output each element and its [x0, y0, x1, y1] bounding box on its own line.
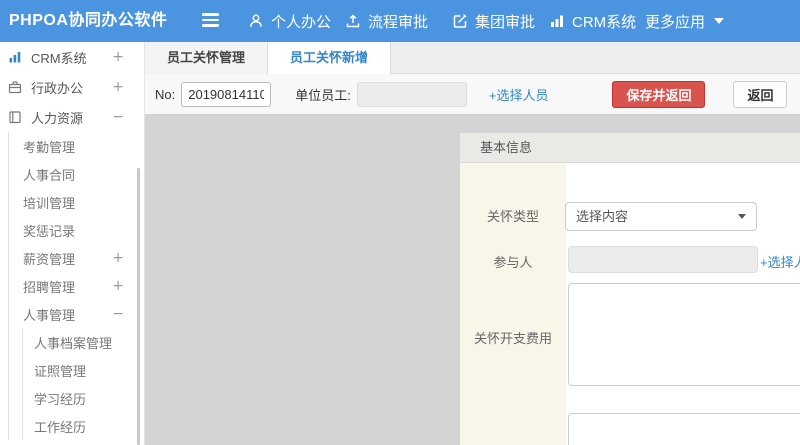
nav-item-label: 流程审批: [368, 13, 429, 31]
sidebar-item-hr[interactable]: 人力资源 −: [0, 102, 144, 132]
expand-plus-icon[interactable]: +: [112, 278, 124, 294]
sidebar-item-label: 培训管理: [23, 195, 76, 211]
nav-item-label: 个人办公: [271, 13, 332, 31]
care-effect-textarea[interactable]: [568, 413, 800, 445]
upload-tray-icon: [345, 13, 361, 29]
nav-item-group-approval[interactable]: 集团审批: [452, 0, 535, 42]
content-canvas: 基本信息 关怀类型 选择内容 参与人 +选择人员 关怀开支费用 关怀效果: [145, 115, 800, 445]
basic-info-panel: 基本信息 关怀类型 选择内容 参与人 +选择人员 关怀开支费用 关怀效果: [460, 133, 800, 445]
no-label: No:: [155, 86, 176, 102]
sidebar-item-label: 奖惩记录: [23, 223, 76, 239]
unit-employee-input[interactable]: [356, 81, 467, 107]
nav-item-workflow-approval[interactable]: 流程审批: [345, 0, 428, 42]
edit-icon: [452, 13, 468, 29]
sidebar-item-personnel-files[interactable]: 人事档案管理: [23, 328, 144, 356]
sidebar-item-label: 人事档案管理: [34, 335, 113, 351]
bar-chart-icon: [8, 50, 23, 65]
panel-body: 关怀类型 选择内容 参与人 +选择人员 关怀开支费用 关怀效果: [460, 163, 800, 445]
sidebar-item-label: CRM系统: [31, 50, 87, 66]
user-icon: [248, 13, 264, 29]
nav-item-more-apps[interactable]: 更多应用: [645, 0, 725, 42]
sidebar-item-personnel[interactable]: 人事管理 −: [9, 300, 144, 328]
select-person-link[interactable]: +选择人员: [489, 85, 549, 104]
app-logo: PHPOA协同办公软件: [9, 12, 168, 29]
expand-plus-icon[interactable]: +: [112, 79, 124, 95]
sidebar-item-hr-contract[interactable]: 人事合同: [9, 160, 144, 188]
nav-item-label: 更多应用: [645, 13, 706, 31]
sidebar-item-recruitment[interactable]: 招聘管理 +: [9, 272, 144, 300]
form-toolbar: No: 单位员工: +选择人员 保存并返回 返回: [145, 74, 800, 115]
top-navbar: PHPOA协同办公软件 个人办公 流程审批 集团审批 CRM系统 更多应用: [0, 0, 800, 42]
nav-item-personal-office[interactable]: 个人办公: [248, 0, 331, 42]
sidebar-hr-submenu: 考勤管理 人事合同 培训管理 奖惩记录 薪资管理 + 招聘管理 + 人事管理 −…: [8, 132, 144, 440]
participants-label: 参与人: [493, 255, 533, 270]
sidebar-item-label: 工作经历: [34, 419, 87, 435]
care-type-label: 关怀类型: [486, 209, 539, 224]
bar-chart-icon: [549, 13, 565, 29]
collapse-minus-icon[interactable]: −: [112, 306, 124, 322]
nav-item-crm-system[interactable]: CRM系统: [549, 0, 636, 42]
select-value: 选择内容: [576, 209, 629, 224]
select-participants-link[interactable]: +选择人员: [760, 252, 800, 271]
tab-employee-care-management[interactable]: 员工关怀管理: [145, 42, 269, 74]
care-cost-textarea[interactable]: [568, 283, 800, 386]
caret-down-icon: [714, 18, 725, 24]
tab-bar: 员工关怀管理 员工关怀新增: [145, 42, 800, 74]
care-type-select[interactable]: 选择内容: [565, 202, 757, 231]
sidebar-item-label: 人力资源: [31, 110, 84, 126]
care-cost-label: 关怀开支费用: [473, 331, 552, 346]
sidebar-nav: CRM系统 + 行政办公 + 人力资源 − 考勤管理 人事合同 培训管理 奖惩记…: [0, 42, 145, 445]
collapse-minus-icon[interactable]: −: [112, 109, 124, 125]
nav-item-label: 集团审批: [475, 13, 536, 31]
expand-plus-icon[interactable]: +: [112, 49, 124, 65]
save-and-return-button[interactable]: 保存并返回: [612, 80, 706, 108]
sidebar-item-label: 学习经历: [34, 391, 87, 407]
sidebar-item-label: 人事合同: [23, 167, 76, 183]
no-input[interactable]: [181, 81, 272, 107]
tab-employee-care-new[interactable]: 员工关怀新增: [268, 42, 392, 74]
sidebar-personnel-submenu: 人事档案管理 证照管理 学习经历 工作经历: [22, 328, 144, 440]
sidebar-item-rewards-punishments[interactable]: 奖惩记录: [9, 216, 144, 244]
sidebar-item-study-history[interactable]: 学习经历: [23, 384, 144, 412]
caret-down-icon: [738, 214, 746, 219]
sidebar-item-label: 招聘管理: [23, 279, 76, 295]
briefcase-icon: [8, 80, 23, 95]
back-button[interactable]: 返回: [733, 80, 788, 108]
sidebar-item-label: 行政办公: [31, 80, 84, 96]
sidebar-item-work-history[interactable]: 工作经历: [23, 412, 144, 440]
expand-plus-icon[interactable]: +: [112, 250, 124, 266]
sidebar-item-crm-system[interactable]: CRM系统 +: [0, 42, 144, 72]
sidebar-item-training[interactable]: 培训管理: [9, 188, 144, 216]
book-icon: [8, 110, 23, 125]
sidebar-item-admin-office[interactable]: 行政办公 +: [0, 72, 144, 102]
panel-title: 基本信息: [460, 133, 800, 163]
nav-item-label: CRM系统: [572, 13, 637, 31]
unit-employee-label: 单位员工:: [295, 87, 351, 103]
sidebar-item-salary[interactable]: 薪资管理 +: [9, 244, 144, 272]
sidebar-item-label: 人事管理: [23, 307, 76, 323]
sidebar-item-certificates[interactable]: 证照管理: [23, 356, 144, 384]
sidebar-item-label: 薪资管理: [23, 251, 76, 267]
sidebar-item-label: 证照管理: [34, 363, 87, 379]
sidebar-item-attendance[interactable]: 考勤管理: [9, 132, 144, 160]
participants-input[interactable]: [568, 246, 758, 273]
sidebar-item-label: 考勤管理: [23, 139, 76, 155]
sidebar-scrollbar[interactable]: [137, 168, 140, 445]
hamburger-menu-icon[interactable]: [202, 13, 219, 29]
